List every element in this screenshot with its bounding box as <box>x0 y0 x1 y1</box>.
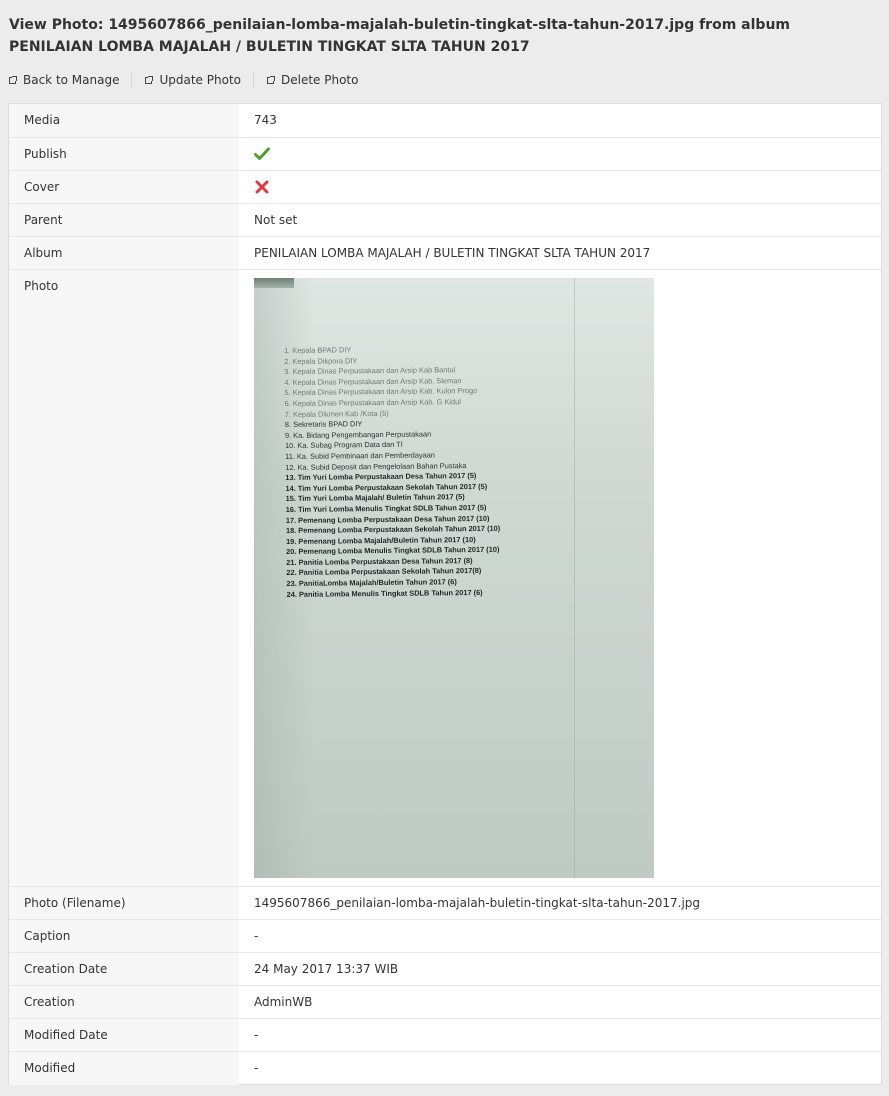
external-link-icon <box>267 75 275 84</box>
photo-toolbar: Back to Manage Update Photo Delete Photo <box>9 70 370 90</box>
external-link-icon <box>9 75 17 84</box>
media-value: 743 <box>254 113 277 127</box>
filename-label: Photo (Filename) <box>24 896 126 910</box>
media-label: Media <box>24 113 61 127</box>
detail-row-photo: Photo 1. Kepala BPAD DIY 2. Kepala Dikpor… <box>9 269 881 887</box>
delete-photo-label: Delete Photo <box>281 73 359 87</box>
detail-row-creation-date: Creation Date 24 May 2017 13:37 WIB <box>9 952 881 986</box>
creation-value: AdminWB <box>254 995 313 1009</box>
photo-image: 1. Kepala BPAD DIY 2. Kepala Dikpora DIY 3… <box>254 278 654 878</box>
caption-value: - <box>254 929 259 943</box>
back-to-manage-button[interactable]: Back to Manage <box>9 73 131 87</box>
detail-row-media: Media 743 <box>9 104 881 137</box>
modified-date-label: Modified Date <box>24 1028 108 1042</box>
caption-label: Caption <box>24 929 71 943</box>
check-icon <box>254 147 270 160</box>
page-title: View Photo: 1495607866_penilaian-lomba-m… <box>9 17 790 55</box>
detail-row-caption: Caption - <box>9 919 881 953</box>
creation-date-label: Creation Date <box>24 962 108 976</box>
detail-row-creation: Creation AdminWB <box>9 985 881 1019</box>
detail-row-filename: Photo (Filename) 1495607866_penilaian-lo… <box>9 886 881 920</box>
publish-label: Publish <box>24 147 67 161</box>
cover-label: Cover <box>24 180 60 194</box>
detail-row-cover: Cover <box>9 170 881 204</box>
cross-icon <box>255 180 269 194</box>
modified-value: - <box>254 1061 259 1075</box>
photo-document-text: 1. Kepala BPAD DIY 2. Kepala Dikpora DIY 3… <box>284 342 647 600</box>
photo-detail-table: Media 743 Publish Cover Parent Not set A… <box>8 103 882 1085</box>
modified-label: Modified <box>24 1061 76 1075</box>
album-label: Album <box>24 246 63 260</box>
back-to-manage-label: Back to Manage <box>23 73 120 87</box>
parent-value: Not set <box>254 213 298 227</box>
photo-label: Photo <box>24 279 59 293</box>
detail-row-publish: Publish <box>9 137 881 171</box>
update-photo-label: Update Photo <box>159 73 241 87</box>
modified-date-value: - <box>254 1028 259 1042</box>
creation-label: Creation <box>24 995 75 1009</box>
update-photo-button[interactable]: Update Photo <box>131 73 253 87</box>
album-value: PENILAIAN LOMBA MAJALAH / BULETIN TINGKA… <box>254 246 651 260</box>
parent-label: Parent <box>24 213 63 227</box>
creation-date-value: 24 May 2017 13:37 WIB <box>254 962 399 976</box>
detail-row-modified: Modified - <box>9 1051 881 1085</box>
detail-row-album: Album PENILAIAN LOMBA MAJALAH / BULETIN … <box>9 236 881 270</box>
filename-value: 1495607866_penilaian-lomba-majalah-bulet… <box>254 896 701 910</box>
external-link-icon <box>145 75 154 84</box>
detail-row-parent: Parent Not set <box>9 203 881 237</box>
detail-row-modified-date: Modified Date - <box>9 1018 881 1052</box>
delete-photo-button[interactable]: Delete Photo <box>253 73 370 87</box>
